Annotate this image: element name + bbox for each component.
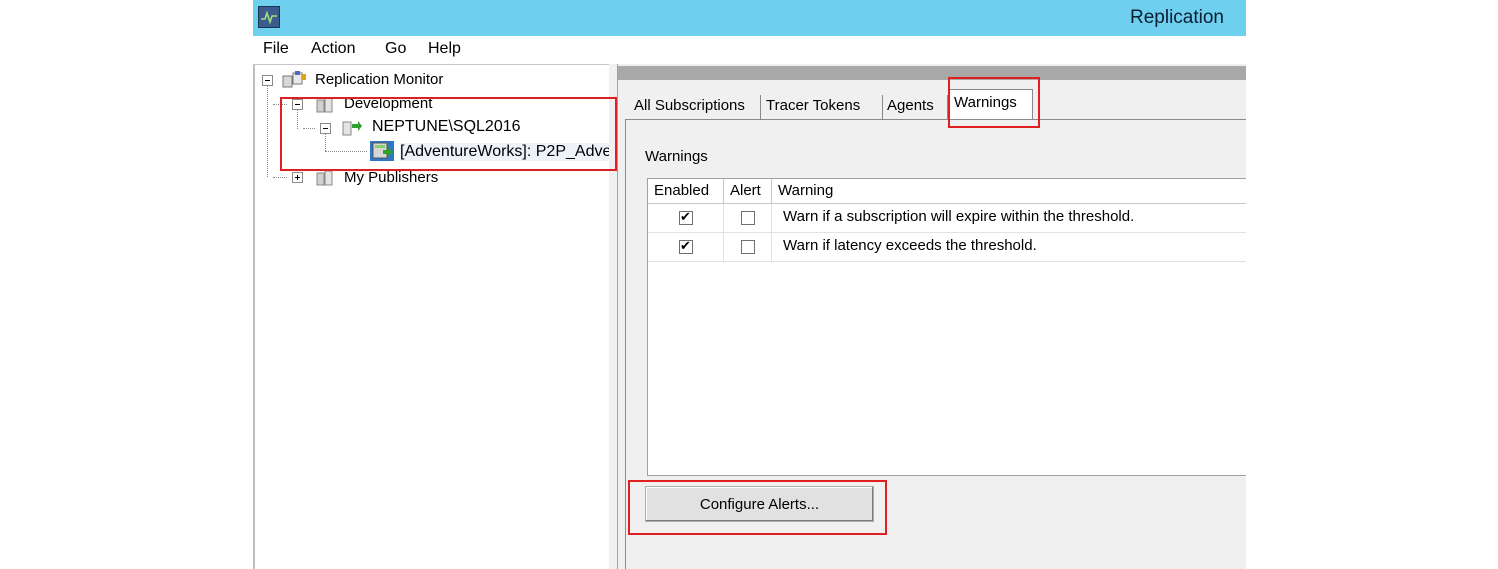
alert-cell bbox=[724, 204, 772, 232]
warning-cell: Warn if a subscription will expire withi… bbox=[772, 204, 1246, 232]
warnings-grid[interactable]: Enabled Alert Warning Warn if a subscrip… bbox=[647, 178, 1246, 476]
tree-line bbox=[325, 133, 326, 151]
tree-item-replication-monitor[interactable]: Replication Monitor bbox=[315, 71, 443, 88]
alert-checkbox[interactable] bbox=[741, 240, 755, 254]
enabled-cell bbox=[648, 204, 724, 232]
tab-tracer-tokens[interactable]: Tracer Tokens bbox=[762, 95, 883, 119]
tree-item-my-publishers[interactable]: My Publishers bbox=[344, 169, 438, 186]
menu-go[interactable]: Go bbox=[385, 40, 406, 58]
tab-agents[interactable]: Agents bbox=[884, 95, 948, 119]
title-bar: Replication bbox=[253, 0, 1246, 36]
grid-header: Enabled Alert Warning bbox=[648, 179, 1246, 204]
table-row[interactable]: Warn if latency exceeds the threshold. bbox=[648, 233, 1246, 262]
server-group-icon bbox=[316, 170, 333, 186]
warning-cell: Warn if latency exceeds the threshold. bbox=[772, 233, 1246, 261]
collapse-icon[interactable] bbox=[292, 99, 303, 110]
menu-help[interactable]: Help bbox=[428, 40, 461, 58]
collapse-icon[interactable] bbox=[262, 75, 273, 86]
enabled-checkbox[interactable] bbox=[679, 238, 693, 254]
publication-icon bbox=[370, 141, 394, 161]
tree-line bbox=[303, 128, 315, 129]
tab-all-subscriptions[interactable]: All Subscriptions bbox=[631, 95, 761, 119]
tree-line bbox=[325, 151, 367, 152]
warnings-group-label: Warnings bbox=[645, 148, 708, 165]
server-group-icon bbox=[316, 97, 333, 113]
expand-icon[interactable] bbox=[292, 172, 303, 183]
warning-text: Warn if latency exceeds the threshold. bbox=[783, 237, 1037, 254]
tree-line bbox=[273, 104, 287, 105]
column-header-alert[interactable]: Alert bbox=[724, 179, 772, 203]
tree-item-neptune-server[interactable]: NEPTUNE\SQL2016 bbox=[372, 118, 521, 136]
pane-splitter[interactable] bbox=[609, 64, 617, 569]
replication-monitor-window: Replication File Action Go Help Replicat… bbox=[253, 0, 1246, 569]
details-pane: All Subscriptions Tracer Tokens Agents W… bbox=[617, 64, 1246, 569]
details-header-bar bbox=[618, 66, 1246, 80]
tree-line bbox=[297, 109, 298, 129]
publisher-server-icon bbox=[342, 121, 362, 136]
window-title: Replication bbox=[1130, 7, 1224, 28]
warnings-tab-panel: Warnings Enabled Alert Warning Warn if a bbox=[625, 119, 1246, 569]
tree-item-publication[interactable]: [AdventureWorks]: P2P_Adve bbox=[400, 143, 612, 161]
collapse-icon[interactable] bbox=[320, 123, 331, 134]
replication-monitor-icon[interactable] bbox=[258, 6, 280, 28]
navigation-tree[interactable]: Replication Monitor Development NEPTUNE\… bbox=[253, 64, 612, 569]
column-header-warning[interactable]: Warning bbox=[772, 179, 1246, 203]
alert-checkbox[interactable] bbox=[741, 211, 755, 225]
warning-text: Warn if a subscription will expire withi… bbox=[783, 208, 1135, 225]
replication-monitor-icon bbox=[282, 71, 306, 88]
table-row[interactable]: Warn if a subscription will expire withi… bbox=[648, 204, 1246, 233]
tree-item-development[interactable]: Development bbox=[344, 95, 432, 112]
column-header-enabled[interactable]: Enabled bbox=[648, 179, 724, 203]
tree-line bbox=[273, 177, 287, 178]
menu-action[interactable]: Action bbox=[311, 40, 355, 58]
enabled-cell bbox=[648, 233, 724, 261]
menu-file[interactable]: File bbox=[263, 40, 289, 58]
configure-alerts-button[interactable]: Configure Alerts... bbox=[645, 486, 874, 522]
enabled-checkbox[interactable] bbox=[679, 209, 693, 225]
alert-cell bbox=[724, 233, 772, 261]
tree-line bbox=[267, 85, 268, 177]
menu-bar: File Action Go Help bbox=[253, 36, 1246, 64]
